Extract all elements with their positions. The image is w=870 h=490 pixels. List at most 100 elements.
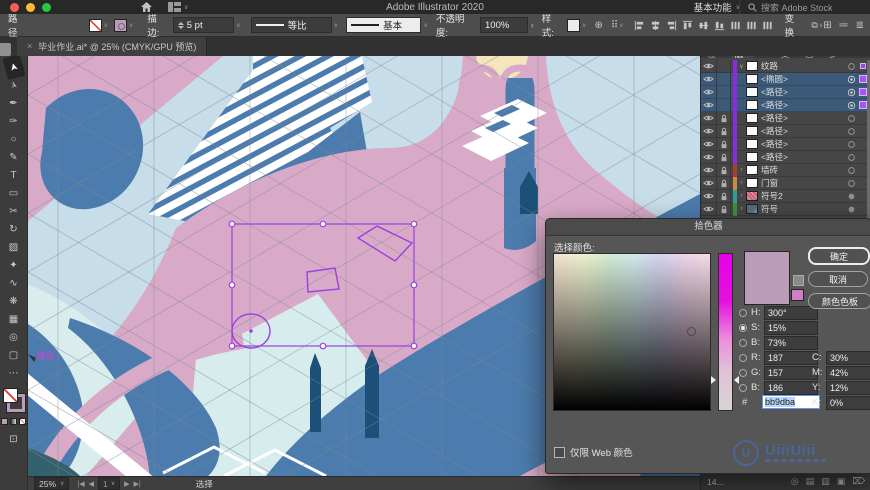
layer-thumbnail[interactable] xyxy=(746,126,758,136)
layer-row[interactable]: <路径> xyxy=(701,98,867,112)
expander-icon[interactable]: ∨ xyxy=(737,63,746,70)
visibility-eye-icon[interactable] xyxy=(701,151,717,163)
lock-toggle-empty[interactable] xyxy=(717,60,731,72)
brush-definition-select[interactable]: 基本 xyxy=(346,17,422,33)
visibility-eye-icon[interactable] xyxy=(701,99,717,111)
first-artboard-button[interactable]: |◀ xyxy=(77,480,84,488)
layer-thumbnail[interactable] xyxy=(746,74,758,84)
layer-thumbnail[interactable] xyxy=(746,165,758,175)
selection-handle[interactable] xyxy=(410,342,418,350)
transform-grid-icon[interactable]: ⊞ xyxy=(823,20,831,31)
scissors-tool[interactable]: ✂ xyxy=(3,202,25,220)
next-artboard-button[interactable]: ▶ xyxy=(124,480,129,488)
slider-arrow-left[interactable] xyxy=(711,376,716,384)
layer-row[interactable]: › 符号2 xyxy=(701,189,867,203)
cmyk-input[interactable]: 12% xyxy=(826,380,870,395)
lock-icon[interactable] xyxy=(717,177,731,189)
layer-row[interactable]: <路径> xyxy=(701,85,867,99)
layer-row[interactable]: › 符号 xyxy=(701,202,867,216)
visibility-eye-icon[interactable] xyxy=(701,73,717,85)
distribute-center-icon[interactable] xyxy=(746,20,757,31)
list-view-icon[interactable]: ≣ xyxy=(856,20,864,31)
expander-icon[interactable]: › xyxy=(737,206,746,212)
field-input-r[interactable]: 187 xyxy=(764,350,818,365)
graphic-style-swatch[interactable] xyxy=(567,18,581,32)
web-colors-checkbox[interactable] xyxy=(554,446,565,458)
align-left-icon[interactable] xyxy=(634,20,645,31)
target-circle-icon[interactable] xyxy=(845,101,858,110)
target-circle-icon[interactable] xyxy=(845,75,858,84)
layer-thumbnail[interactable] xyxy=(746,204,758,214)
target-circle-icon[interactable] xyxy=(845,153,858,162)
lock-icon[interactable] xyxy=(717,164,731,176)
zoom-tool[interactable]: ◎ xyxy=(3,328,25,346)
lock-icon[interactable] xyxy=(717,125,731,137)
close-document-icon[interactable]: × xyxy=(27,41,32,51)
layer-row[interactable]: <路径> xyxy=(701,150,867,164)
visibility-eye-icon[interactable] xyxy=(701,138,717,150)
target-circle-icon[interactable] xyxy=(845,166,858,175)
artboard-number-select[interactable]: 1 ∨ xyxy=(98,477,121,490)
layer-name[interactable]: <路径> xyxy=(761,125,845,137)
gradient-mode-icon[interactable] xyxy=(10,418,17,425)
align-center-h-icon[interactable] xyxy=(650,20,661,31)
selection-handle[interactable] xyxy=(228,342,236,350)
lock-toggle-empty[interactable] xyxy=(717,99,731,111)
radio-r[interactable] xyxy=(739,353,747,362)
stroke-color-swatch[interactable] xyxy=(114,18,127,32)
stack-options-icon[interactable]: ≔ xyxy=(839,20,849,31)
new-sublayer-icon[interactable]: ▥ xyxy=(821,476,830,487)
color-swatches-button[interactable]: 颜色色板 xyxy=(808,293,870,309)
color-mode-icon[interactable] xyxy=(1,418,8,425)
last-artboard-button[interactable]: ▶| xyxy=(134,480,141,488)
document-tab[interactable]: × 毕业作业.ai* @ 25% (CMYK/GPU 预览) xyxy=(17,36,208,56)
layer-name[interactable]: <路径> xyxy=(761,99,845,111)
fill-color-swatch[interactable] xyxy=(88,18,102,32)
visibility-eye-icon[interactable] xyxy=(701,112,717,124)
align-bottom-icon[interactable] xyxy=(714,20,725,31)
delete-layer-icon[interactable]: ⌦ xyxy=(852,476,865,487)
selection-handle[interactable] xyxy=(228,281,236,289)
stroke-weight-input[interactable]: 5 pt xyxy=(172,17,235,33)
fill-stroke-widget[interactable] xyxy=(2,388,26,413)
document-setup-globe-icon[interactable]: ⊕ xyxy=(594,20,602,31)
visibility-eye-icon[interactable] xyxy=(701,164,717,176)
zoom-level-select[interactable]: 25% ∨ xyxy=(34,477,70,490)
graph-tool[interactable]: ▦ xyxy=(3,310,25,328)
more-tools[interactable]: ⋯ xyxy=(3,364,25,382)
radio-h[interactable] xyxy=(739,308,747,317)
layer-name[interactable]: <路径> xyxy=(761,86,845,98)
layer-thumbnail[interactable] xyxy=(746,191,758,201)
layer-name[interactable]: <路径> xyxy=(761,112,845,124)
minimize-window-button[interactable] xyxy=(26,2,35,12)
layer-name[interactable]: <路径> xyxy=(761,151,845,163)
selection-handle[interactable] xyxy=(228,220,236,228)
rotate-tool[interactable]: ↻ xyxy=(3,220,25,238)
layer-row[interactable]: <路径> xyxy=(701,124,867,138)
color-spectrum-slider[interactable] xyxy=(718,253,733,411)
gradient-tool[interactable]: ▨ xyxy=(3,238,25,256)
radio-s[interactable] xyxy=(739,323,747,332)
align-middle-v-icon[interactable] xyxy=(698,20,709,31)
layer-name[interactable]: 符号2 xyxy=(761,190,845,202)
stroke-profile-select[interactable]: 等比 xyxy=(250,17,332,33)
locate-object-icon[interactable]: ◎ xyxy=(791,476,799,487)
gamut-warning-icon[interactable] xyxy=(793,275,804,286)
lock-toggle-empty[interactable] xyxy=(717,73,731,85)
visibility-eye-icon[interactable] xyxy=(701,125,717,137)
target-circle-icon[interactable] xyxy=(845,88,858,97)
ok-button[interactable]: 确定 xyxy=(808,247,870,265)
color-field-marker[interactable] xyxy=(687,327,696,336)
layer-row[interactable]: <椭圆> xyxy=(701,72,867,86)
visibility-eye-icon[interactable] xyxy=(701,203,717,215)
workspace-switcher[interactable]: 基本功能 ∨ xyxy=(694,0,740,14)
visibility-eye-icon[interactable] xyxy=(701,60,717,72)
distribute-right-icon[interactable] xyxy=(762,20,773,31)
fullscreen-window-button[interactable] xyxy=(42,2,51,12)
paintbrush-tool[interactable]: ✎ xyxy=(3,148,25,166)
layer-row[interactable]: <路径> xyxy=(701,137,867,151)
selection-handle[interactable] xyxy=(319,220,327,228)
cmyk-input[interactable]: 42% xyxy=(826,365,870,380)
selection-handle[interactable] xyxy=(410,220,418,228)
layer-name[interactable]: 纹路 xyxy=(761,60,845,72)
